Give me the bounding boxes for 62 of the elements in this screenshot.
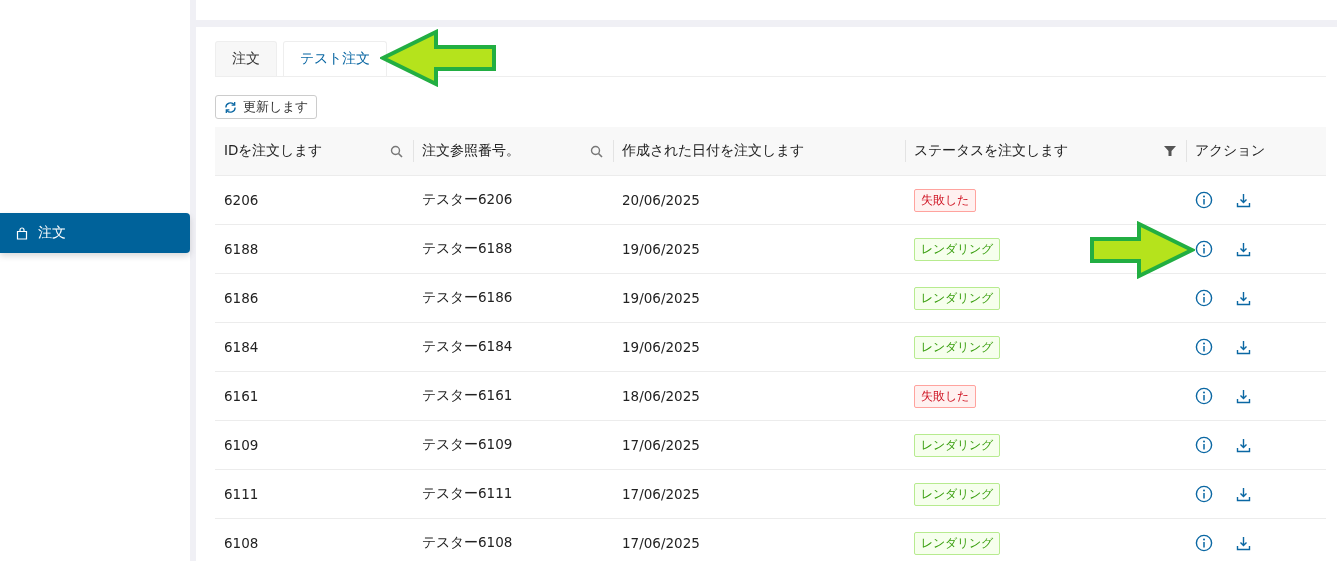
info-icon[interactable] [1195, 191, 1213, 209]
download-icon[interactable] [1236, 241, 1251, 257]
table-cell-text: 6188 [223, 241, 259, 257]
table-cell-text: 6186 [223, 290, 259, 306]
bag-icon [16, 226, 28, 240]
info-icon[interactable] [1195, 485, 1213, 503]
table-cell-text: 17/06/2025 [621, 437, 700, 453]
info-icon[interactable] [1195, 289, 1213, 307]
info-icon[interactable] [1195, 387, 1213, 405]
table-cell-text: 19/06/2025 [621, 241, 700, 257]
table-cell-text: 20/06/2025 [621, 192, 700, 208]
info-icon[interactable] [1195, 534, 1213, 552]
table-cell-text: 19/06/2025 [621, 339, 700, 355]
status-tag: 失敗した [914, 384, 976, 408]
table-cell-text: 17/06/2025 [621, 486, 700, 502]
status-tag: レンダリング [914, 531, 1000, 555]
info-icon[interactable] [1195, 436, 1213, 454]
table-cell-text: 19/06/2025 [621, 290, 700, 306]
table-cell-text: 6206 [223, 192, 259, 208]
tab[interactable]: テスト注文 [283, 41, 387, 76]
filter-icon[interactable] [1164, 145, 1176, 157]
table-cell-text: 6184 [223, 339, 259, 355]
status-tag: レンダリング [914, 335, 1000, 359]
table-cell-text: 6111 [223, 486, 259, 502]
search-icon[interactable] [590, 144, 603, 158]
column-title: 作成された日付を注文します [622, 142, 804, 160]
table-cell-text: テスター6109 [421, 436, 513, 454]
table-cell-text: 17/06/2025 [621, 535, 700, 551]
download-icon[interactable] [1236, 290, 1251, 306]
table-cell-text: テスター6108 [421, 534, 513, 552]
table-cell-text: テスター6184 [421, 338, 513, 356]
download-icon[interactable] [1236, 437, 1251, 453]
table-cell-text: 6108 [223, 535, 259, 551]
sidebar-item[interactable]: 注文 [0, 213, 190, 253]
info-icon[interactable] [1195, 338, 1213, 356]
column-title: アクション [1195, 142, 1265, 160]
table-cell-text: 6109 [223, 437, 259, 453]
status-tag: レンダリング [914, 286, 1000, 310]
table-cell-text: 18/06/2025 [621, 388, 700, 404]
column-title: ステータスを注文します [914, 142, 1068, 160]
table-cell-text: テスター6206 [421, 191, 513, 209]
column-title: 注文参照番号。 [422, 142, 520, 160]
download-icon[interactable] [1236, 339, 1251, 355]
status-tag: 失敗した [914, 188, 976, 212]
column-title: IDを注文します [224, 142, 323, 160]
table-cell-text: テスター6188 [421, 240, 513, 258]
table-cell-text: テスター6111 [421, 485, 513, 503]
table-cell-text: テスター6161 [421, 387, 513, 405]
download-icon[interactable] [1236, 486, 1251, 502]
search-icon[interactable] [390, 144, 403, 158]
table-cell-text: テスター6186 [421, 289, 513, 307]
tab[interactable]: 注文 [215, 41, 277, 76]
status-tag: レンダリング [914, 433, 1000, 457]
refresh-button[interactable]: 更新します [215, 95, 317, 119]
download-icon[interactable] [1236, 535, 1251, 551]
info-icon[interactable] [1195, 240, 1213, 258]
table-cell-text: 6161 [223, 388, 259, 404]
refresh-icon [224, 100, 237, 114]
status-tag: レンダリング [914, 482, 1000, 506]
status-tag: レンダリング [914, 237, 1000, 261]
download-icon[interactable] [1236, 388, 1251, 404]
download-icon[interactable] [1236, 192, 1251, 208]
